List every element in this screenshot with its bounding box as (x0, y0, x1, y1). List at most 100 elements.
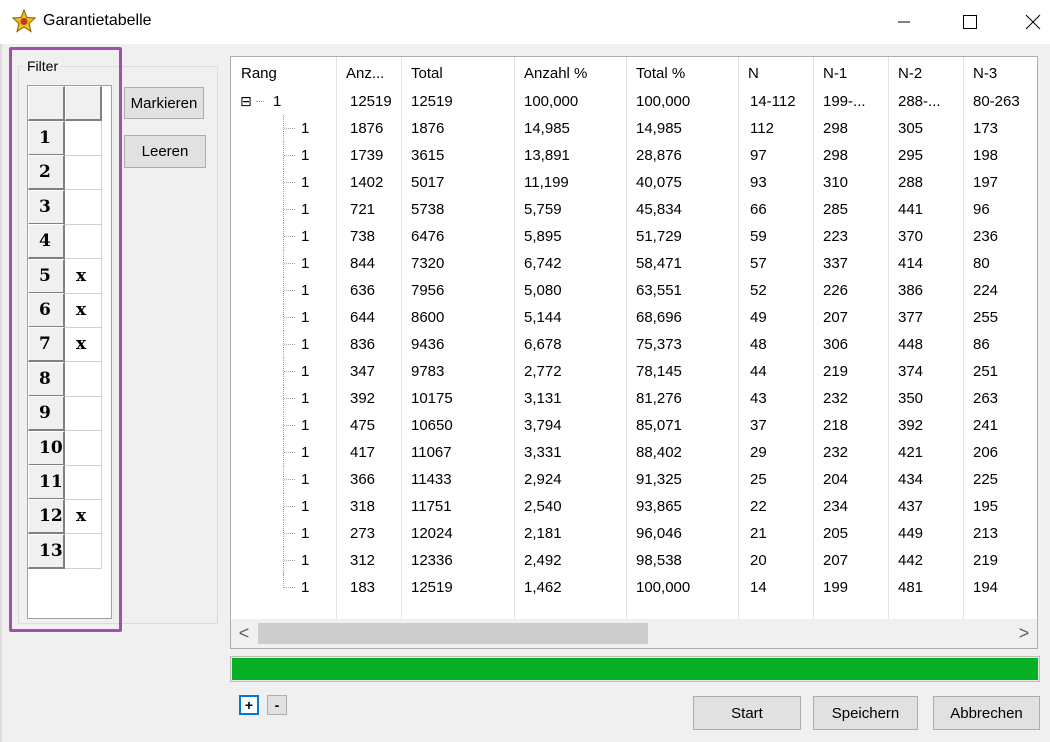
cell-6: 207 (823, 309, 849, 326)
cell-1: 644 (350, 309, 376, 326)
tree-root-row[interactable]: ⊟ 1 12519 12519 100,000 100,000 14-112 199-... 2… (231, 88, 1037, 115)
expand-all-button[interactable]: + (239, 695, 259, 715)
table-row[interactable]: 1 836 9436 6,678 75,373 48 306 448 86 (231, 331, 1037, 358)
cell-1: 312 (350, 552, 376, 569)
table-row[interactable]: 1 392 10175 3,131 81,276 43 232 350 263 (231, 385, 1037, 412)
cell-7: 434 (898, 471, 924, 488)
close-button[interactable] (1004, 0, 1050, 44)
cell-6: 226 (823, 282, 849, 299)
table-row[interactable]: 1 347 9783 2,772 78,145 44 219 374 251 (231, 358, 1037, 385)
column-header-2[interactable]: Total (401, 57, 514, 88)
cell-4: 51,729 (636, 228, 682, 245)
tree-branch-line (284, 128, 295, 129)
cell-6: 205 (823, 525, 849, 542)
table-row[interactable]: 1 318 11751 2,540 93,865 22 234 437 195 (231, 493, 1037, 520)
column-header-4[interactable]: Total % (626, 57, 738, 88)
cell-5: 49 (750, 309, 767, 326)
table-row[interactable]: 1 844 7320 6,742 58,471 57 337 414 80 (231, 250, 1037, 277)
table-row[interactable]: 1 183 12519 1,462 100,000 14 199 481 194 (231, 574, 1037, 601)
cell-4: 88,402 (636, 444, 682, 461)
cell-3: 6,678 (524, 336, 562, 353)
table-row[interactable]: 1 1876 1876 14,985 14,985 112 298 305 173 (231, 115, 1037, 142)
cell-6: 306 (823, 336, 849, 353)
table-row[interactable]: 1 312 12336 2,492 98,538 20 207 442 219 (231, 547, 1037, 574)
leeren-button[interactable]: Leeren (124, 135, 206, 168)
maximize-icon (963, 15, 977, 29)
scroll-left-arrow[interactable]: < (231, 619, 257, 648)
column-header-7[interactable]: N-2 (888, 57, 963, 88)
abbrechen-button[interactable]: Abbrechen (933, 696, 1040, 730)
cell-8: 255 (973, 309, 999, 326)
column-header-1[interactable]: Anz... (336, 57, 401, 88)
cell-4: 14,985 (636, 120, 682, 137)
column-separator (514, 57, 515, 619)
table-row[interactable]: 1 636 7956 5,080 63,551 52 226 386 224 (231, 277, 1037, 304)
table-row[interactable]: 1 738 6476 5,895 51,729 59 223 370 236 (231, 223, 1037, 250)
cell-6: 223 (823, 228, 849, 245)
cell-2: 11433 (411, 471, 452, 488)
scrollbar-thumb[interactable] (258, 623, 648, 644)
table-row[interactable]: 1 721 5738 5,759 45,834 66 285 441 96 (231, 196, 1037, 223)
table-row[interactable]: 1 1402 5017 11,199 40,075 93 310 288 197 (231, 169, 1037, 196)
cell-8: 213 (973, 525, 999, 542)
result-table[interactable]: Rang Anz... Total Anzahl % Total % N N-1 N-2 N-3… (230, 56, 1038, 649)
minimize-button[interactable] (875, 0, 933, 44)
cell-6: 337 (823, 255, 849, 272)
cell-rang: 1 (301, 147, 310, 164)
table-row[interactable]: 1 475 10650 3,794 85,071 37 218 392 241 (231, 412, 1037, 439)
column-header-8[interactable]: N-3 (963, 57, 1037, 88)
maximize-button[interactable] (941, 0, 999, 44)
cell-4: 93,865 (636, 498, 682, 515)
horizontal-scrollbar[interactable]: < > (231, 619, 1037, 648)
cell-4: 68,696 (636, 309, 682, 326)
cell-3: 6,742 (524, 255, 562, 272)
cell-8: 173 (973, 120, 999, 137)
cell-2: 6476 (411, 228, 445, 245)
cell-3: 5,759 (524, 201, 562, 218)
cell-4: 98,538 (636, 552, 682, 569)
cell-2: 9783 (411, 363, 445, 380)
table-row[interactable]: 1 273 12024 2,181 96,046 21 205 449 213 (231, 520, 1037, 547)
cell-1: 392 (350, 390, 376, 407)
table-row[interactable]: 1 644 8600 5,144 68,696 49 207 377 255 (231, 304, 1037, 331)
cell-7: 414 (898, 255, 924, 272)
column-separator (626, 57, 627, 619)
column-separator (336, 57, 337, 619)
cell-5: 25 (750, 471, 767, 488)
cell-2: 3615 (411, 147, 445, 164)
cell-4: 78,145 (636, 363, 682, 380)
cell-7: 370 (898, 228, 924, 245)
collapse-all-button[interactable]: - (267, 695, 287, 715)
cell-3: 2,772 (524, 363, 562, 380)
table-row[interactable]: 1 1739 3615 13,891 28,876 97 298 295 198 (231, 142, 1037, 169)
cell-2: 11067 (411, 444, 452, 461)
speichern-button[interactable]: Speichern (813, 696, 918, 730)
cell-5: 43 (750, 390, 767, 407)
cell-5: 20 (750, 552, 767, 569)
table-row[interactable]: 1 417 11067 3,331 88,402 29 232 421 206 (231, 439, 1037, 466)
cell-6: 298 (823, 120, 849, 137)
cell-8: 96 (973, 201, 990, 218)
cell-2: 9436 (411, 336, 445, 353)
start-button[interactable]: Start (693, 696, 801, 730)
cell-8: 198 (973, 147, 999, 164)
column-header-5[interactable]: N (738, 57, 813, 88)
scroll-right-arrow[interactable]: > (1011, 619, 1037, 648)
tree-collapse-icon[interactable]: ⊟ (240, 88, 252, 115)
column-header-3[interactable]: Anzahl % (514, 57, 626, 88)
markieren-button[interactable]: Markieren (124, 87, 204, 119)
cell-1: 183 (350, 579, 376, 596)
cell-5: 44 (750, 363, 767, 380)
cell-6: 285 (823, 201, 849, 218)
cell-rang: 1 (301, 228, 310, 245)
column-header-6[interactable]: N-1 (813, 57, 888, 88)
table-row[interactable]: 1 366 11433 2,924 91,325 25 204 434 225 (231, 466, 1037, 493)
cell-4: 96,046 (636, 525, 682, 542)
column-header-rang[interactable]: Rang (231, 57, 336, 88)
cell-7: 441 (898, 201, 924, 218)
cell-6: 219 (823, 363, 849, 380)
column-separator (738, 57, 739, 619)
tree-branch-line (284, 587, 295, 588)
cell-rang: 1 (301, 201, 310, 218)
cell-8: 219 (973, 552, 999, 569)
